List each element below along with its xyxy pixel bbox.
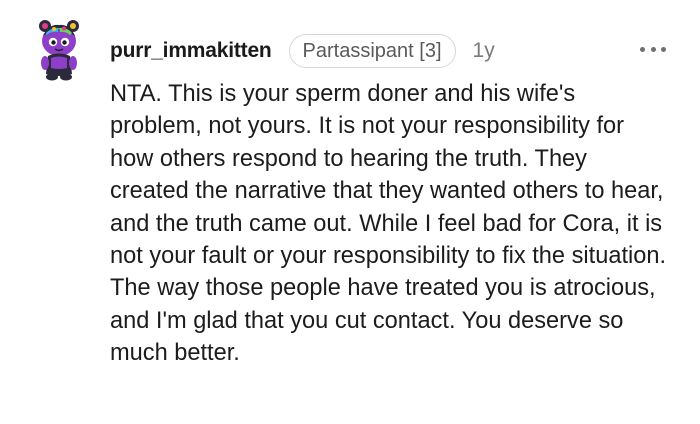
username[interactable]: purr_immakitten xyxy=(110,39,272,63)
user-flair-badge: Partassipant [3] xyxy=(288,34,456,68)
comment-header: purr_immakitten Partassipant [3] 1y xyxy=(110,33,495,69)
comment-body: NTA. This is your sperm doner and his wi… xyxy=(110,81,667,367)
more-options-dot xyxy=(661,46,666,52)
more-options-icon xyxy=(640,46,645,52)
comment-age: 1y xyxy=(472,39,495,62)
more-options-button[interactable] xyxy=(640,39,666,59)
snoo-avatar-icon xyxy=(39,20,79,81)
more-options-dot xyxy=(650,46,656,52)
comment: purr_immakitten Partassipant [3] 1y NTA.… xyxy=(0,0,700,424)
avatar[interactable] xyxy=(36,18,82,82)
